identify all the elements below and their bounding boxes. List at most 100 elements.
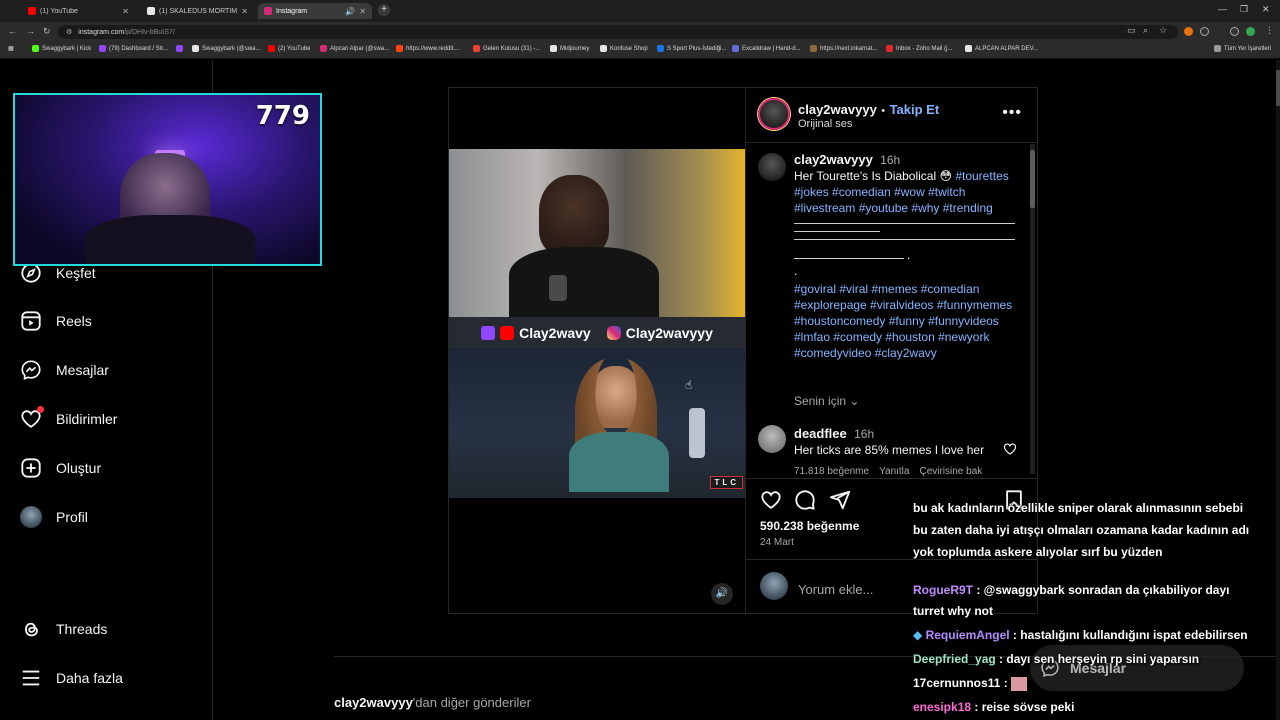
close-icon[interactable]: ✕ bbox=[241, 7, 248, 16]
forward-button[interactable]: → bbox=[26, 26, 35, 36]
bookmark-star-icon[interactable]: ☆ bbox=[1159, 25, 1167, 36]
comment-like-icon[interactable] bbox=[1003, 442, 1017, 456]
caption-first-line: clay2wavyyy 16h bbox=[794, 152, 1020, 168]
speaker-icon[interactable]: 🔊 bbox=[345, 7, 355, 16]
sidebar-item-reels[interactable]: Reels bbox=[20, 310, 92, 332]
chat-line: bu zaten daha iyi atışçı olmaları ozaman… bbox=[913, 519, 1249, 541]
page-icon bbox=[965, 45, 972, 52]
bookmark-item[interactable]: S Sport Plus-İstediği... bbox=[657, 45, 726, 52]
comments-scrollbar[interactable] bbox=[1030, 144, 1035, 474]
bookmark-item[interactable]: https://next.inkarnat... bbox=[810, 45, 877, 52]
window-close-button[interactable]: ✕ bbox=[1262, 4, 1270, 15]
video-brand-bar: Clay2wavy Clay2wavyyy bbox=[449, 317, 745, 348]
tab-youtube[interactable]: (1) YouTube ✕ bbox=[22, 3, 135, 19]
bookmark-item[interactable]: Inbox - Zoho Mail (j... bbox=[886, 45, 952, 52]
address-bar[interactable]: ⚙ instagram.com/p/DHIv-bBuIS7/ bbox=[58, 25, 1178, 39]
share-icon[interactable] bbox=[829, 489, 851, 511]
bookmark-item[interactable] bbox=[176, 45, 183, 52]
extension-icon[interactable] bbox=[1184, 27, 1193, 36]
bookmark-item[interactable]: Konfuse Shop bbox=[600, 45, 648, 52]
tab-label: (1) YouTube bbox=[40, 7, 78, 15]
excalidraw-icon bbox=[732, 45, 739, 52]
reload-button[interactable]: ↻ bbox=[43, 26, 51, 37]
more-posts-user[interactable]: clay2wavyyy bbox=[334, 695, 413, 710]
reply-button[interactable]: Yanıtla bbox=[879, 466, 909, 477]
caption-divider bbox=[794, 231, 880, 232]
for-you-dropdown[interactable]: Senin için ⌄ bbox=[794, 394, 859, 408]
more-options-icon[interactable]: ••• bbox=[1002, 104, 1022, 122]
likes-count[interactable]: 590.238 beğenme bbox=[760, 519, 859, 533]
commenter-avatar[interactable] bbox=[758, 425, 786, 453]
instagram-icon bbox=[264, 7, 272, 15]
sidebar-item-more[interactable]: Daha fazla bbox=[20, 667, 123, 689]
sidebar-item-profile[interactable]: Profil bbox=[20, 506, 88, 528]
page-scrollbar-thumb[interactable] bbox=[1276, 70, 1280, 106]
chat-text: turret why not bbox=[913, 604, 993, 618]
minimize-button[interactable]: — bbox=[1218, 4, 1227, 14]
maximize-button[interactable]: ❐ bbox=[1240, 4, 1248, 15]
separator: • bbox=[881, 105, 886, 117]
bookmark-item[interactable]: (2) YouTube bbox=[268, 45, 310, 52]
profile-avatar[interactable] bbox=[1246, 27, 1255, 36]
bookmark-item[interactable]: Midjourney bbox=[550, 45, 589, 52]
follow-button[interactable]: Takip Et bbox=[890, 102, 940, 117]
zoom-icon[interactable]: ⌕ bbox=[1143, 25, 1148, 36]
caption-time: 16h bbox=[880, 153, 901, 167]
tab-instagram[interactable]: Instagram 🔊 ✕ bbox=[258, 3, 372, 19]
chat-nick: enesipk18 bbox=[913, 700, 972, 714]
browser-menu-icon[interactable]: ⋮ bbox=[1265, 25, 1274, 36]
back-button[interactable]: ← bbox=[8, 26, 17, 36]
tab-x[interactable]: (1) SKALEDUS MORTIMAS Top... ✕ bbox=[141, 3, 254, 19]
caption-avatar[interactable] bbox=[758, 153, 786, 181]
add-comment-input[interactable]: Yorum ekle... bbox=[798, 582, 873, 597]
bookmark-item[interactable]: https://www.reddit.... bbox=[396, 45, 460, 52]
comment-likes[interactable]: 71.818 beğenme bbox=[794, 466, 869, 477]
water-bottle bbox=[689, 408, 705, 458]
comment-username[interactable]: deadflee bbox=[794, 426, 847, 441]
heart-icon-wrap bbox=[20, 406, 44, 430]
bookmark-item[interactable]: Alpcan Alpar (@swa... bbox=[320, 45, 389, 52]
bookmark-label: (2) YouTube bbox=[278, 45, 311, 52]
caption-hashtags-2[interactable]: #goviral #viral #memes #comedian #explor… bbox=[794, 281, 1020, 361]
close-icon[interactable]: ✕ bbox=[122, 7, 129, 16]
new-tab-button[interactable]: + bbox=[378, 4, 390, 16]
mouse-cursor: ☝ bbox=[685, 378, 693, 392]
for-you-label: Senin için bbox=[794, 394, 847, 408]
bookmark-item[interactable]: (79) Dashboard / Str... bbox=[99, 45, 168, 52]
video-brand-left: Clay2wavy bbox=[481, 325, 591, 341]
sidebar-item-notifications[interactable]: Bildirimler bbox=[20, 406, 117, 430]
post-video[interactable]: Clay2wavy Clay2wavyyy TLC ☝ 🔊 bbox=[449, 88, 745, 613]
caption-username[interactable]: clay2wavyyy bbox=[794, 152, 873, 167]
comment-icon[interactable] bbox=[794, 489, 816, 511]
site-info-icon[interactable]: ⚙ bbox=[66, 28, 72, 36]
like-heart-icon[interactable] bbox=[760, 489, 782, 511]
volume-button[interactable]: 🔊 bbox=[711, 583, 733, 605]
sidebar-item-create[interactable]: Oluştur bbox=[20, 457, 101, 479]
sidebar-item-label: Keşfet bbox=[56, 265, 96, 281]
audio-link[interactable]: Orijinal ses bbox=[798, 118, 852, 130]
ssport-icon bbox=[657, 45, 664, 52]
author-avatar[interactable] bbox=[758, 98, 790, 130]
comment-item: deadflee 16h Her ticks are 85% memes I l… bbox=[794, 426, 1024, 458]
author-username[interactable]: clay2wavyyy bbox=[798, 102, 877, 117]
cast-icon[interactable]: ▭ bbox=[1127, 25, 1136, 36]
extensions-puzzle-icon[interactable] bbox=[1200, 27, 1209, 36]
sidebar-item-messages[interactable]: Mesajlar bbox=[20, 359, 109, 381]
scrollbar-thumb[interactable] bbox=[1030, 150, 1035, 208]
bookmark-item[interactable]: Swaggybark (@swa... bbox=[192, 45, 260, 52]
url-text: instagram.com/p/DHIv-bBuIS7/ bbox=[78, 29, 174, 36]
bookmark-item[interactable]: ALPCAN ALPAR DEV... bbox=[965, 45, 1038, 52]
bookmark-item[interactable]: Swaggybark | Kick bbox=[32, 45, 91, 52]
plus-square-icon bbox=[21, 458, 41, 478]
chat-line: RogueR9T : @swaggybark sonradan da çıkab… bbox=[913, 579, 1229, 601]
apps-icon[interactable]: ▦ bbox=[8, 45, 14, 52]
all-bookmarks[interactable]: Tüm Yer İşaretleri bbox=[1214, 45, 1271, 52]
sidebar-icon[interactable] bbox=[1230, 27, 1239, 36]
bookmark-item[interactable]: Gelen Kutusu (31) -... bbox=[473, 45, 540, 52]
page-scrollbar[interactable] bbox=[1276, 60, 1280, 720]
close-icon[interactable]: ✕ bbox=[359, 7, 366, 16]
bookmark-item[interactable]: Excalidraw | Hand-d... bbox=[732, 45, 801, 52]
sidebar-item-threads[interactable]: Threads bbox=[20, 618, 107, 640]
caption-divider bbox=[794, 258, 904, 259]
translate-button[interactable]: Çevirisine bak bbox=[919, 466, 982, 477]
